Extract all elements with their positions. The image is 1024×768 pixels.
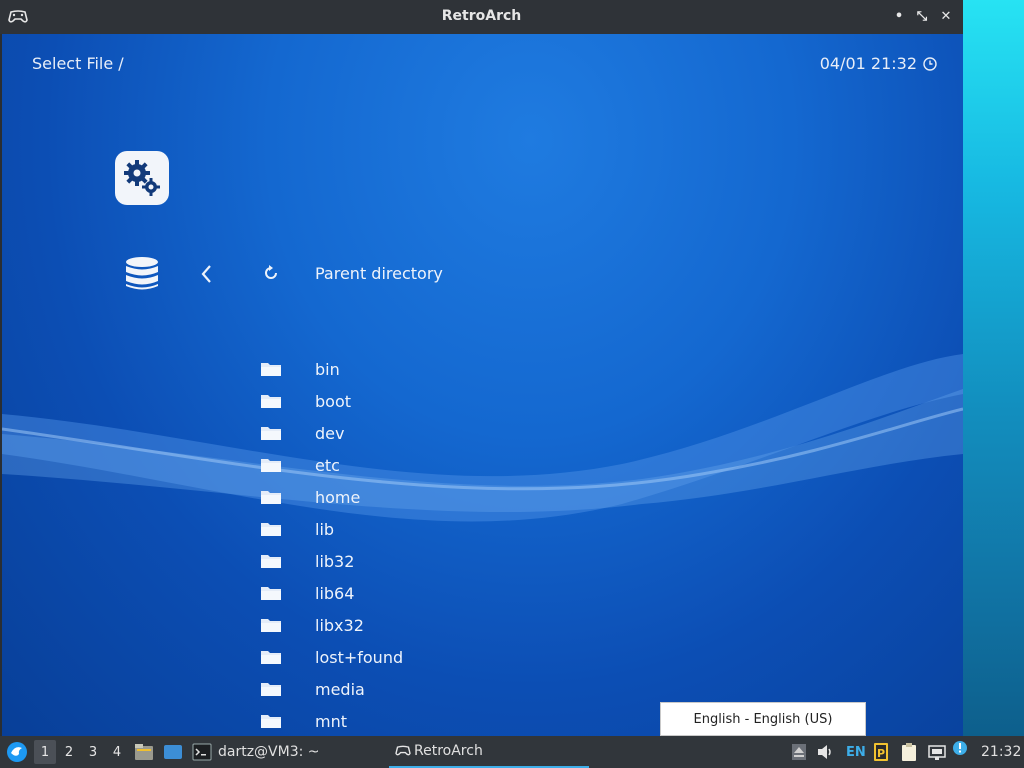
show-desktop-button[interactable] <box>162 736 184 768</box>
keyboard-layout-indicator[interactable]: EN <box>846 736 866 768</box>
workspace-1[interactable]: 1 <box>34 740 56 764</box>
directory-entry-lib[interactable]: lib <box>260 515 334 543</box>
task-terminal[interactable]: dartz@VM3: ~ <box>192 736 320 768</box>
retroarch-menu: Select File / 04/01 21:32 Parent directo… <box>2 34 963 736</box>
directory-entry-lib32[interactable]: lib32 <box>260 547 354 575</box>
directory-entry-label: boot <box>315 391 352 411</box>
lxqt-logo-icon <box>7 742 27 762</box>
taskbar-clock[interactable]: 21:32 <box>981 736 1021 768</box>
directory-entry-mnt[interactable]: mnt <box>260 707 347 735</box>
directory-entry-media[interactable]: media <box>260 675 365 703</box>
app-menu-button[interactable] <box>4 736 30 768</box>
folder-icon <box>260 710 282 732</box>
workspace-4[interactable]: 4 <box>106 736 128 768</box>
keyboard-layout-tooltip: English - English (US) <box>660 702 866 736</box>
task-retroarch[interactable]: RetroArch <box>389 736 589 768</box>
directory-entry-lib64[interactable]: lib64 <box>260 579 354 607</box>
folder-icon <box>260 454 282 476</box>
gears-icon <box>124 160 160 196</box>
clock-text: 04/01 21:32 <box>819 54 917 73</box>
directory-entry-label: media <box>315 679 365 699</box>
volume-icon[interactable] <box>815 742 835 762</box>
folder-icon <box>260 358 282 380</box>
gamepad-icon <box>395 745 411 756</box>
directory-entry-label: lost+found <box>315 647 404 667</box>
menu-header-title: Select File / <box>32 54 124 73</box>
folder-icon <box>260 614 282 636</box>
folder-icon <box>260 518 282 540</box>
clipboard-icon[interactable] <box>899 742 919 762</box>
directory-entry-label: lib <box>315 519 335 539</box>
eject-icon[interactable] <box>789 742 809 762</box>
directory-entry-label: bin <box>315 359 340 379</box>
directory-entry-bin[interactable]: bin <box>260 355 340 383</box>
retroarch-window: RetroArch • ⤡ ✕ Select File / 04/01 21:3… <box>0 0 963 736</box>
folder-icon <box>260 422 282 444</box>
parcellite-icon[interactable]: P <box>871 742 891 762</box>
notification-icon[interactable] <box>952 740 968 756</box>
ribbon-background <box>2 354 963 522</box>
network-icon[interactable] <box>927 742 947 762</box>
directory-entry-libx32[interactable]: libx32 <box>260 611 364 639</box>
task-terminal-label: dartz@VM3: ~ <box>218 744 320 760</box>
taskbar: 1234 dartz@VM3: ~ RetroArch EN P 21:32 <box>0 736 1024 768</box>
desktop-icon <box>164 745 182 759</box>
directory-entry-label: libx32 <box>315 615 364 635</box>
directory-entry-label: dev <box>315 423 345 443</box>
restore-button[interactable]: ⤡ <box>913 8 931 26</box>
directory-entry-label: lib64 <box>315 583 355 603</box>
minimize-button[interactable]: • <box>890 8 908 26</box>
parent-directory-label: Parent directory <box>315 263 443 283</box>
directory-entry-label: home <box>315 487 361 507</box>
directory-entry-label: lib32 <box>315 551 355 571</box>
directory-entry-etc[interactable]: etc <box>260 451 340 479</box>
task-retroarch-label: RetroArch <box>414 743 483 759</box>
folder-icon <box>260 550 282 572</box>
back-chevron-icon[interactable] <box>198 262 214 286</box>
folder-icon <box>260 390 282 412</box>
folder-icon <box>260 646 282 668</box>
directory-entry-home[interactable]: home <box>260 483 360 511</box>
parent-directory-entry[interactable]: Parent directory <box>260 259 443 287</box>
window-titlebar[interactable]: RetroArch • ⤡ ✕ <box>0 0 963 34</box>
window-title: RetroArch <box>441 8 522 24</box>
workspace-3[interactable]: 3 <box>82 736 104 768</box>
folder-icon <box>260 678 282 700</box>
clock-icon <box>923 56 937 71</box>
folder-icon <box>135 744 153 760</box>
close-button[interactable]: ✕ <box>937 8 955 26</box>
folder-icon <box>260 582 282 604</box>
directory-entry-label: etc <box>315 455 340 475</box>
directory-entry-boot[interactable]: boot <box>260 387 351 415</box>
settings-tab[interactable] <box>115 151 169 205</box>
file-manager-launcher[interactable] <box>133 736 155 768</box>
desktop-background <box>963 0 1024 736</box>
folder-icon <box>260 486 282 508</box>
directory-entry-label: mnt <box>315 711 347 731</box>
workspace-2[interactable]: 2 <box>58 736 80 768</box>
svg-text:P: P <box>877 747 885 760</box>
database-icon[interactable] <box>124 256 160 292</box>
terminal-icon <box>192 743 212 761</box>
refresh-icon <box>260 262 282 284</box>
menu-clock: 04/01 21:32 <box>820 54 937 73</box>
directory-entry-dev[interactable]: dev <box>260 419 344 447</box>
directory-entry-lost-found[interactable]: lost+found <box>260 643 403 671</box>
